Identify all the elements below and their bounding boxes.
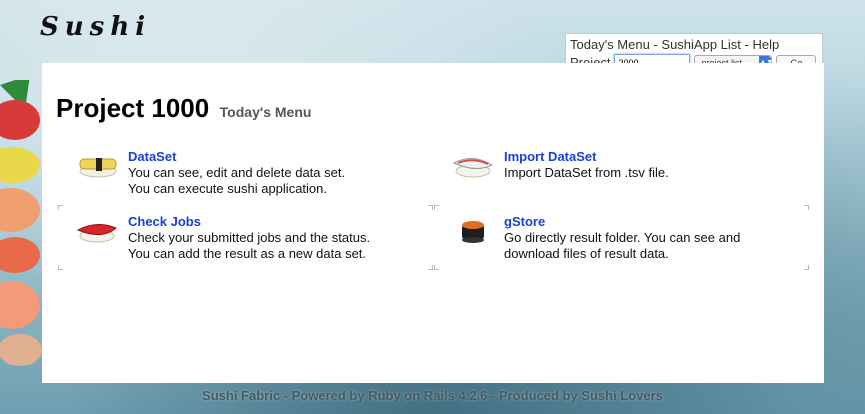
page-subtitle: Today's Menu — [219, 104, 312, 120]
sushi-decoration-image — [0, 80, 42, 366]
import-dataset-description-line: Import DataSet from .tsv file. — [504, 165, 669, 180]
check-jobs-description-line: You can add the result as a new data set… — [128, 246, 367, 261]
grid-corner-marker — [434, 205, 439, 210]
grid-corner-marker — [804, 265, 809, 270]
grid-corner-marker — [58, 205, 63, 210]
help-link[interactable]: Help — [753, 37, 780, 52]
import-dataset-link[interactable]: Import DataSet — [504, 149, 669, 165]
grid-corner-marker — [428, 205, 433, 210]
dataset-link[interactable]: DataSet — [128, 149, 345, 165]
footer: Sushi Fabric - Powered by Ruby on Rails … — [202, 388, 663, 403]
page-heading: Project 1000 Today's Menu — [56, 93, 311, 124]
gstore-link[interactable]: gStore — [504, 214, 740, 230]
menu-separator: - — [653, 37, 658, 52]
menu-separator: - — [744, 37, 749, 52]
main-panel: Project 1000 Today's Menu DataSet You ca… — [42, 63, 824, 383]
todays-menu-link[interactable]: Today's Menu — [570, 37, 650, 52]
gunkan-sushi-icon — [462, 221, 484, 243]
dataset-description-line: You can execute sushi application. — [128, 181, 327, 196]
gstore-description-line: download files of result data. — [504, 246, 669, 261]
gstore-description-line: Go directly result folder. You can see a… — [504, 230, 741, 245]
check-jobs-link[interactable]: Check Jobs — [128, 214, 370, 230]
menu-item-dataset: DataSet You can see, edit and delete dat… — [72, 149, 345, 197]
salmon-sushi-icon — [452, 158, 494, 178]
tamago-sushi-icon — [79, 158, 117, 178]
check-jobs-description-line: Check your submitted jobs and the status… — [128, 230, 371, 245]
menu-item-import-dataset: Import DataSet Import DataSet from .tsv … — [448, 149, 669, 181]
page-title: Project 1000 — [56, 93, 210, 123]
tuna-sushi-icon — [76, 224, 117, 243]
dataset-description-line: You can see, edit and delete data set. — [128, 165, 346, 180]
grid-corner-marker — [428, 265, 433, 270]
grid-corner-marker — [434, 265, 439, 270]
menu-item-check-jobs: Check Jobs Check your submitted jobs and… — [72, 214, 370, 262]
grid-corner-marker — [804, 205, 809, 210]
grid-corner-marker — [58, 265, 63, 270]
menu-item-gstore: gStore Go directly result folder. You ca… — [448, 214, 740, 262]
sushiapp-list-link[interactable]: SushiApp List — [661, 37, 741, 52]
sushi-logo[interactable]: Sushi — [40, 12, 151, 42]
